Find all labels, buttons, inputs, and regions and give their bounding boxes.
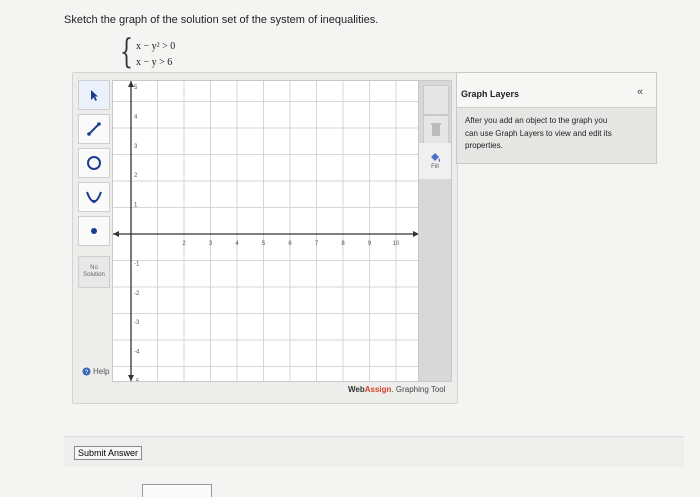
- parabola-icon: [86, 191, 102, 204]
- collapse-icon[interactable]: «: [637, 86, 643, 98]
- submit-area: [64, 436, 684, 467]
- parabola-tool-button[interactable]: [78, 182, 110, 212]
- point-tool-button[interactable]: [78, 216, 110, 246]
- coordinate-grid: 234567891054321-1-2-3-4-5: [113, 81, 419, 385]
- point-icon: [91, 228, 97, 234]
- brand-suffix: . Graphing Tool: [391, 385, 446, 394]
- circle-tool-button[interactable]: [78, 148, 110, 178]
- y-tick-label: -3: [134, 320, 140, 326]
- graph-layers-title: Graph Layers: [461, 89, 520, 99]
- webassign-branding: WebAssign. Graphing Tool: [348, 385, 446, 394]
- layers-text-line-3: properties.: [465, 141, 503, 150]
- layers-text-line-1: After you add an object to the graph you: [465, 116, 608, 125]
- brand-web: Web: [348, 385, 365, 394]
- y-tick-label: -1: [134, 261, 140, 267]
- graph-layers-description: After you add an object to the graph you…: [465, 115, 651, 153]
- no-solution-label-2: Solution: [83, 272, 105, 278]
- y-tick-label: -4: [134, 350, 140, 356]
- paint-bucket-icon: [431, 153, 441, 162]
- x-tick-label: 6: [288, 241, 292, 247]
- x-tick-label: 9: [368, 241, 372, 247]
- graph-tools-column: Fill: [418, 80, 452, 382]
- graph-layers-header: Graph Layers «: [457, 73, 656, 108]
- graph-canvas[interactable]: 234567891054321-1-2-3-4-5: [112, 80, 420, 385]
- submit-answer-button[interactable]: Submit Answer: [74, 446, 143, 460]
- circle-icon: [87, 156, 101, 170]
- x-tick-label: 4: [235, 241, 239, 247]
- help-icon: ?: [82, 367, 91, 376]
- inequality-1: x − y² > 0: [136, 41, 176, 52]
- bottom-tab: [142, 484, 212, 497]
- y-tick-label: -2: [134, 291, 140, 297]
- x-tick-label: 2: [182, 241, 186, 247]
- y-tick-label: 3: [134, 144, 138, 150]
- no-solution-label-1: No: [90, 265, 98, 271]
- pointer-icon: [91, 90, 98, 101]
- x-axis-arrow-left: [113, 231, 119, 237]
- help-label: Help: [93, 367, 110, 376]
- x-tick-label: 7: [315, 241, 319, 247]
- y-tick-label: 4: [134, 114, 138, 120]
- x-tick-label: 3: [209, 241, 213, 247]
- x-tick-label: 8: [341, 241, 345, 247]
- fill-label: Fill: [431, 164, 439, 170]
- brand-assign: Assign: [364, 385, 392, 394]
- trash-icon: [431, 123, 441, 136]
- help-link[interactable]: ? Help: [82, 367, 109, 376]
- undo-button[interactable]: [423, 85, 449, 115]
- y-tick-label: 5: [134, 85, 138, 91]
- pointer-tool-button[interactable]: [78, 80, 110, 110]
- question-prompt: Sketch the graph of the solution set of …: [64, 14, 379, 26]
- brace: {: [120, 32, 133, 72]
- y-tick-label: 2: [134, 173, 138, 179]
- x-tick-label: 5: [262, 241, 266, 247]
- delete-button[interactable]: [423, 115, 449, 145]
- fill-button[interactable]: Fill: [419, 143, 451, 179]
- no-solution-button[interactable]: No Solution: [78, 256, 110, 288]
- inequality-2: x − y > 6: [136, 57, 173, 68]
- inequality-system: { x − y² > 0 x − y > 6: [120, 32, 210, 72]
- line-icon: [87, 122, 101, 136]
- graph-layers-panel: Graph Layers « After you add an object t…: [456, 72, 657, 164]
- line-tool-button[interactable]: [78, 114, 110, 144]
- y-tick-label: -5: [134, 379, 140, 381]
- x-tick-label: 10: [393, 241, 400, 247]
- layers-text-line-2: can use Graph Layers to view and edit it…: [465, 128, 612, 138]
